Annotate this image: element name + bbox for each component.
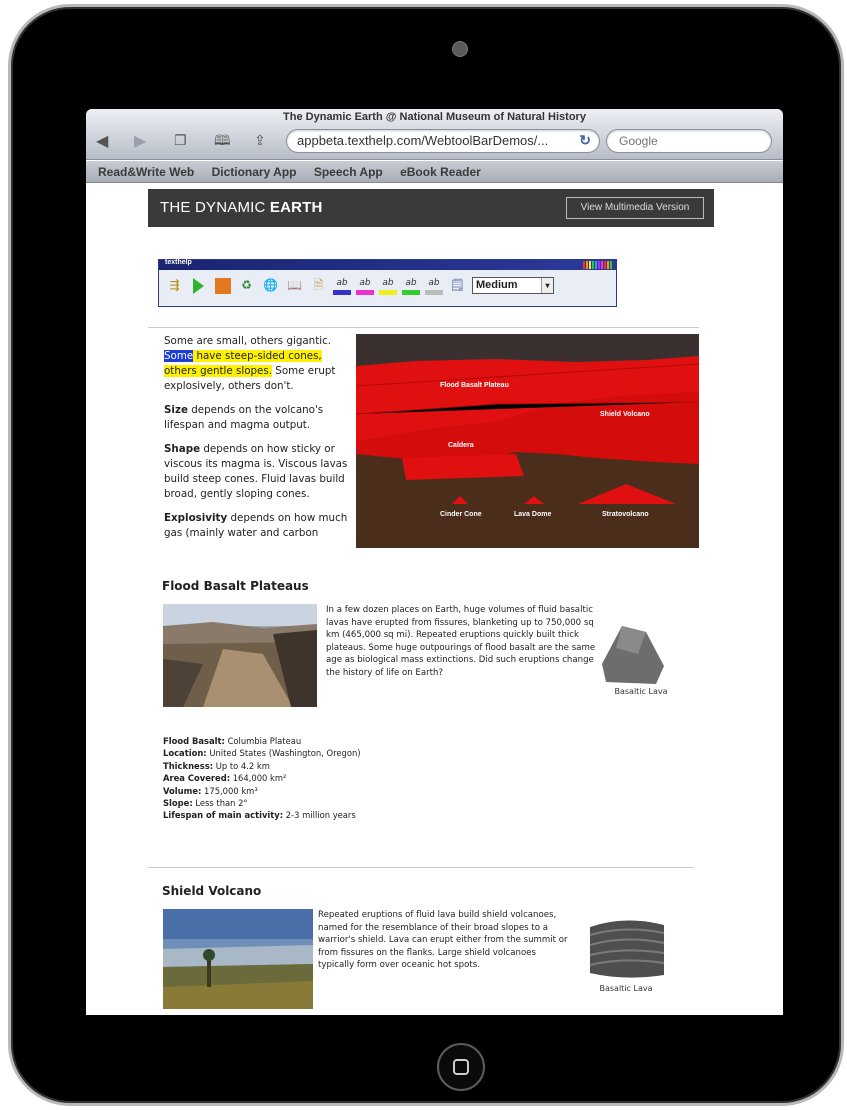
bookmark-dictionary-app[interactable]: Dictionary App — [212, 165, 297, 179]
label-lava-dome: Lava Dome — [514, 511, 552, 518]
share-icon[interactable]: ⇪ — [254, 133, 266, 149]
basaltic-lava-rock-image — [598, 624, 668, 686]
shield-volcano-description: Repeated eruptions of fluid lava build s… — [318, 910, 568, 971]
forward-arrow-icon[interactable]: ▶ — [134, 133, 146, 149]
search-field[interactable] — [606, 129, 772, 153]
toolbar-brand: texthelp — [165, 259, 192, 266]
screen: The Dynamic Earth @ National Museum of N… — [86, 109, 783, 1015]
back-arrow-icon[interactable]: ◀ — [96, 133, 108, 149]
picture-dictionary-icon[interactable]: 🗎 — [309, 276, 328, 295]
flood-basalt-description: In a few dozen places on Earth, huge vol… — [326, 605, 596, 678]
settings-icon[interactable]: ⇶ — [165, 276, 184, 295]
bookmarks-bar: Read&Write Web Dictionary App Speech App… — [86, 161, 783, 183]
play-icon[interactable] — [189, 276, 208, 295]
camera-icon — [452, 41, 468, 57]
label-cinder-cone: Cinder Cone — [440, 511, 482, 518]
bookmark-speech-app[interactable]: Speech App — [314, 165, 383, 179]
page-title: THE DYNAMIC EARTH — [160, 199, 323, 216]
intro-paragraph-4: Explosivity depends on how much gas (mai… — [164, 512, 348, 539]
highlight-yellow-icon[interactable]: ab — [379, 277, 397, 295]
section-title-flood-basalt: Flood Basalt Plateaus — [162, 579, 309, 593]
bookmark-readwrite-web[interactable]: Read&Write Web — [98, 165, 194, 179]
intro-paragraph-1: Some are small, others gigantic. Some ha… — [164, 335, 336, 392]
flood-basalt-photo — [163, 604, 317, 707]
fact-area: Area Covered: 164,000 km² — [163, 773, 287, 784]
highlight-pink-icon[interactable]: ab — [356, 277, 374, 295]
shield-volcano-photo — [163, 909, 313, 1009]
toolbar-titlebar: texthelp — [159, 259, 616, 270]
label-caldera: Caldera — [448, 442, 474, 449]
address-bar[interactable]: appbeta.texthelp.com/WebtoolBarDemos/...… — [286, 129, 600, 153]
speed-value: Medium — [476, 279, 518, 291]
divider — [148, 327, 699, 328]
home-square-icon — [453, 1059, 469, 1075]
browser-chrome: The Dynamic Earth @ National Museum of N… — [86, 109, 783, 160]
flood-basalt-facts: Flood Basalt: Columbia Plateau Location:… — [163, 735, 423, 822]
highlight-blue-icon[interactable]: ab — [333, 277, 351, 295]
clear-highlights-icon[interactable]: ab — [425, 277, 443, 295]
intro-text: Some are small, others gigantic. Some ha… — [164, 334, 350, 550]
dictionary-icon[interactable]: 📖 — [285, 276, 304, 295]
toolbar-stripes — [583, 261, 612, 269]
collect-highlights-icon[interactable]: 🗒 — [448, 276, 467, 295]
intro-paragraph-2: Size depends on the volcano's lifespan a… — [164, 404, 324, 431]
reload-icon[interactable]: ↻ — [579, 132, 591, 149]
home-button[interactable] — [437, 1043, 485, 1091]
tabs-icon[interactable]: ❐ — [174, 133, 187, 149]
fact-slope: Slope: Less than 2° — [163, 798, 248, 809]
rock-caption-2: Basaltic Lava — [599, 984, 653, 993]
label-flood-basalt: Flood Basalt Plateau — [440, 382, 509, 389]
label-stratovolcano: Stratovolcano — [602, 511, 649, 518]
volcano-types-diagram: Flood Basalt Plateau Shield Volcano Cald… — [356, 334, 699, 548]
rock-caption-1: Basaltic Lava — [614, 687, 668, 696]
divider — [148, 867, 694, 868]
chevron-down-icon: ▾ — [541, 278, 553, 293]
label-shield-volcano: Shield Volcano — [600, 411, 650, 418]
fact-location: Location: United States (Washington, Ore… — [163, 748, 361, 759]
section-title-shield-volcano: Shield Volcano — [162, 884, 262, 898]
page-header: THE DYNAMIC EARTH View Multimedia Versio… — [148, 189, 714, 227]
view-multimedia-button[interactable]: View Multimedia Version — [566, 197, 704, 219]
texthelp-toolbar: texthelp ⇶ ♻ 🌐 📖 🗎 ab ab ab ab ab 🗒 Medi… — [158, 259, 617, 307]
search-input[interactable] — [619, 134, 759, 148]
browser-title: The Dynamic Earth @ National Museum of N… — [283, 111, 586, 123]
fact-volume: Volume: 175,000 km³ — [163, 785, 258, 796]
highlight-green-icon[interactable]: ab — [402, 277, 420, 295]
bookmark-ebook-reader[interactable]: eBook Reader — [400, 165, 481, 179]
fact-lifespan: Lifespan of main activity: 2-3 million y… — [163, 810, 356, 821]
fact-thickness: Thickness: Up to 4.2 km — [163, 760, 270, 771]
translate-icon[interactable]: ♻ — [237, 276, 256, 295]
basaltic-lava-rock-image-2 — [584, 909, 668, 981]
intro-paragraph-3: Shape depends on how sticky or viscous i… — [164, 443, 348, 500]
title-bold: EARTH — [269, 199, 323, 216]
fact-flood-basalt: Flood Basalt: Columbia Plateau — [163, 736, 302, 746]
url-text: appbeta.texthelp.com/WebtoolBarDemos/... — [297, 133, 549, 148]
speed-select[interactable]: Medium ▾ — [472, 277, 554, 294]
toolbar-icons: ⇶ ♻ 🌐 📖 🗎 ab ab ab ab ab 🗒 Medium ▾ — [159, 270, 616, 295]
stop-icon[interactable] — [213, 276, 232, 295]
title-light: THE DYNAMIC — [160, 199, 270, 216]
globe-icon[interactable]: 🌐 — [261, 276, 280, 295]
highlighted-word: Some — [164, 350, 194, 362]
bookmarks-icon[interactable]: 🕮 — [214, 133, 231, 149]
